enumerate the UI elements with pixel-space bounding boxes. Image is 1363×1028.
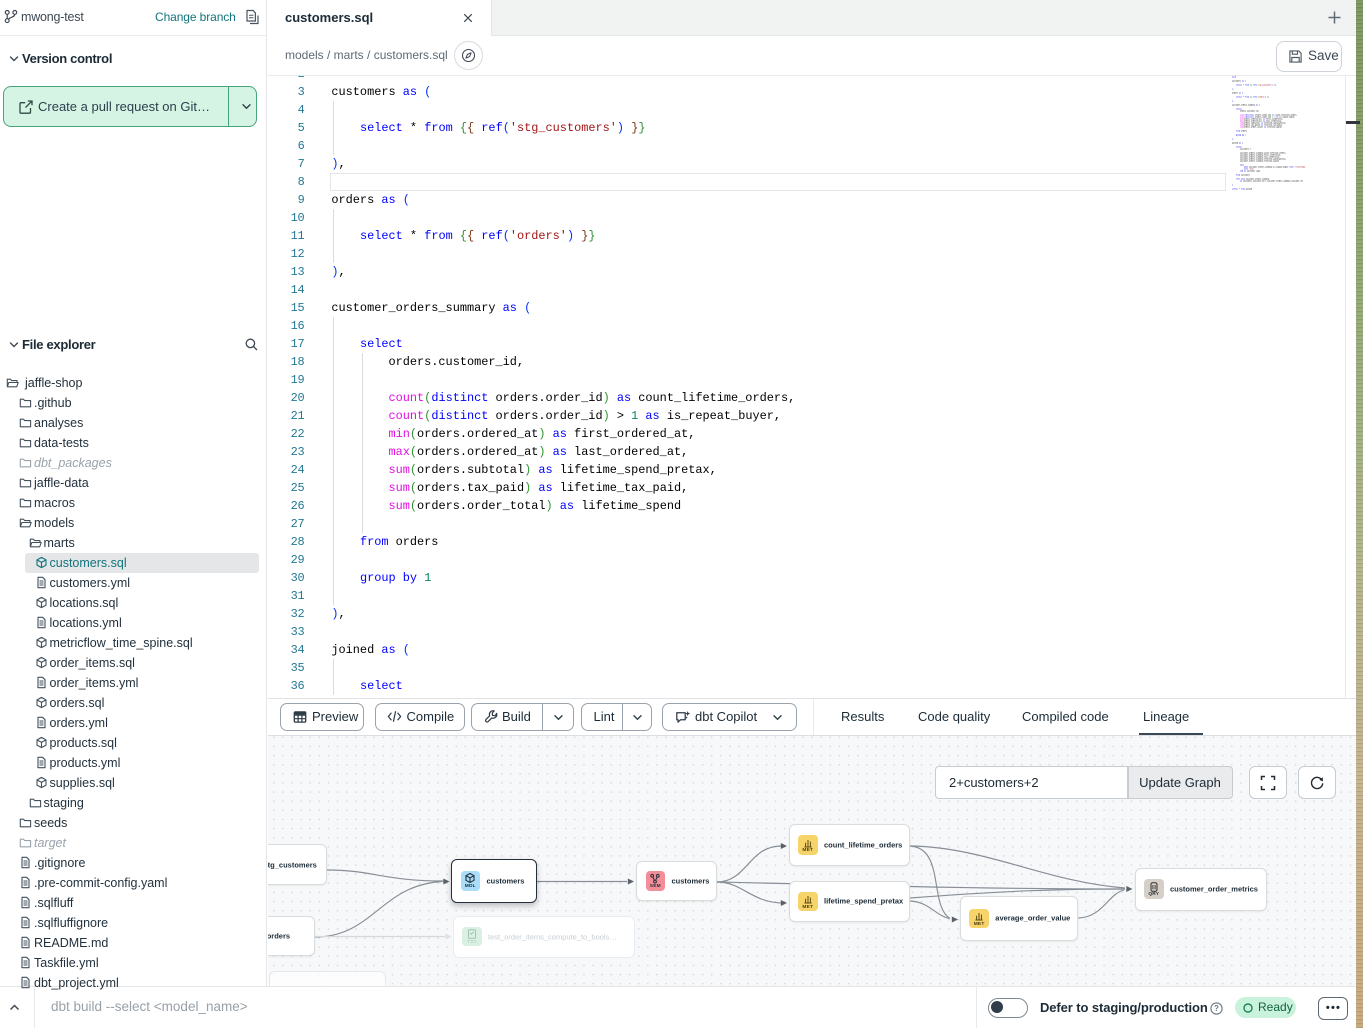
svg-text:?: ? bbox=[1214, 1004, 1219, 1013]
